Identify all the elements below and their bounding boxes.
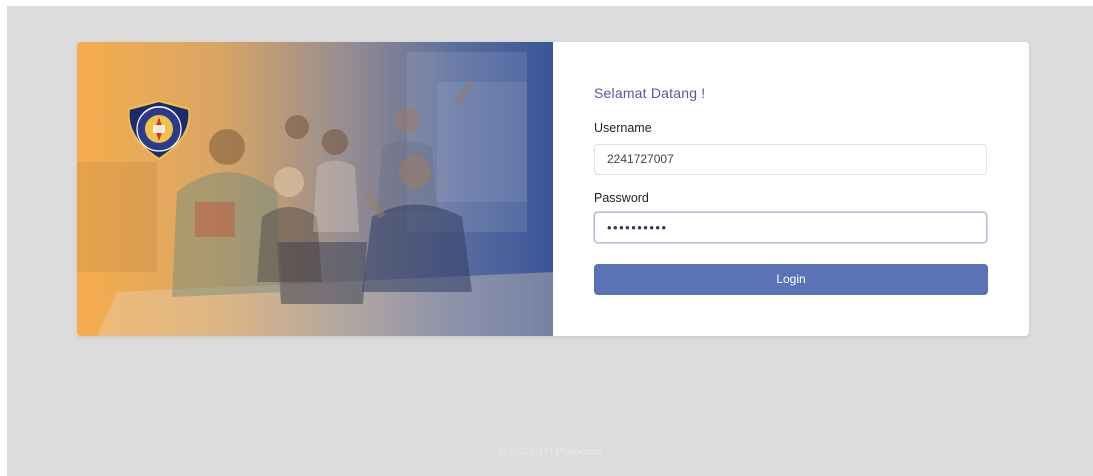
login-form: Selamat Datang ! Username 2241727007 Pas… xyxy=(553,42,1029,336)
hero-image xyxy=(77,42,553,336)
hero-photo-people xyxy=(77,52,553,336)
login-card: Selamat Datang ! Username 2241727007 Pas… xyxy=(77,42,1029,336)
login-button[interactable]: Login xyxy=(594,264,988,295)
password-label: Password xyxy=(594,191,649,205)
username-input[interactable]: 2241727007 xyxy=(594,144,987,175)
username-label: Username xyxy=(594,121,652,135)
password-input[interactable]: •••••••••• xyxy=(594,212,987,243)
page-background: Selamat Datang ! Username 2241727007 Pas… xyxy=(7,6,1093,476)
footer-copyright: © 2023 JTI Polinema xyxy=(498,446,602,458)
welcome-title: Selamat Datang ! xyxy=(594,85,706,101)
polinema-logo-icon xyxy=(123,99,195,161)
